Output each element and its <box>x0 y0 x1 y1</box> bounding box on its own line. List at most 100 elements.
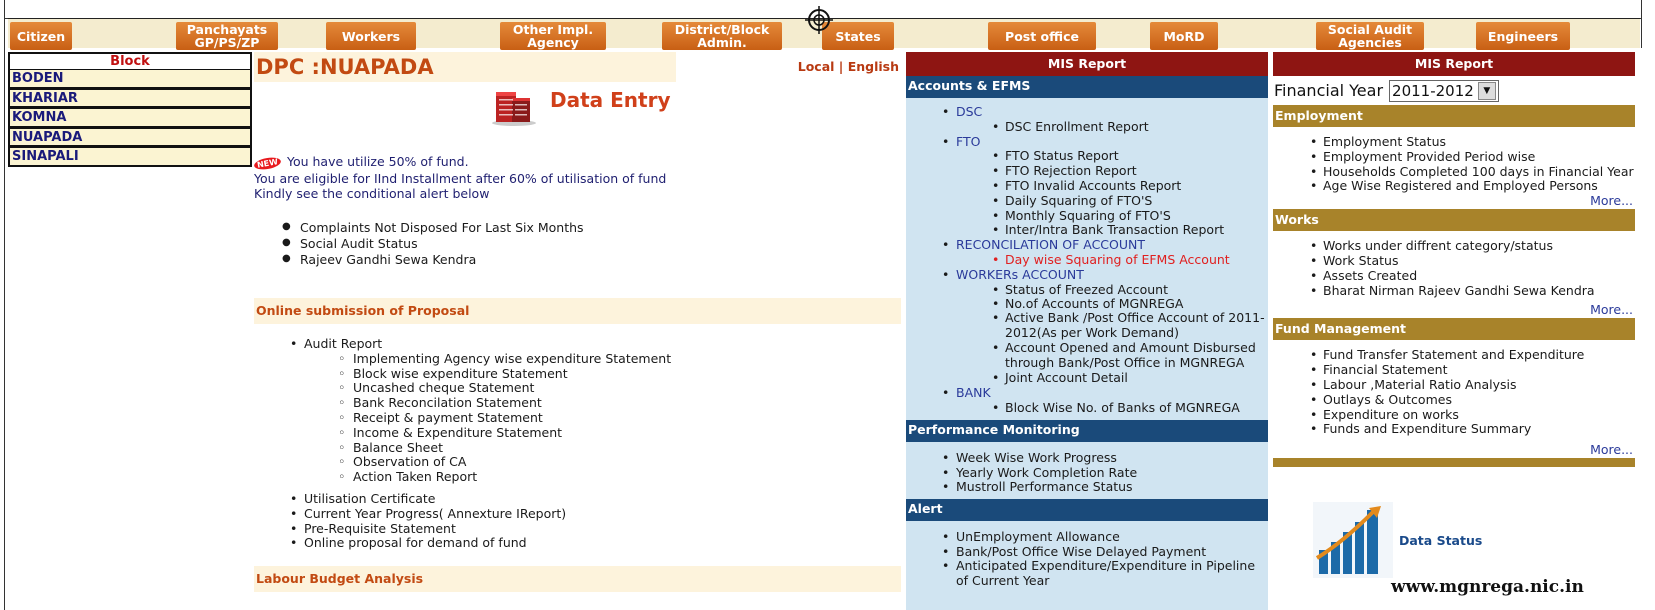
fund-utilization-message: NEW You have utilize 50% of fund. <box>253 154 469 172</box>
gold-divider <box>1273 458 1635 468</box>
workers-account-link[interactable]: WORKERs ACCOUNT <box>906 267 1268 282</box>
works-link[interactable]: Work Status <box>1273 253 1635 269</box>
fund-link[interactable]: Expenditure on works <box>1273 407 1635 423</box>
nav-workers[interactable]: Workers <box>326 22 416 50</box>
mis-sub-link[interactable]: FTO Rejection Report <box>906 163 1268 178</box>
current-year-progress-link[interactable]: Current Year Progress( Annexture IReport… <box>254 506 671 521</box>
works-list: Works under diffrent category/status Wor… <box>1273 231 1635 298</box>
chevron-down-icon[interactable]: ▼ <box>1477 81 1496 100</box>
audit-sub-link[interactable]: Receipt & payment Statement <box>254 410 671 425</box>
mis-sub-link[interactable]: Inter/Intra Bank Transaction Report <box>906 222 1268 237</box>
mis-sub-link[interactable]: Account Opened and Amount Disbursed thro… <box>906 340 1268 371</box>
fund-link[interactable]: Financial Statement <box>1273 362 1635 378</box>
frame-border-left <box>4 0 5 610</box>
financial-year-value: 2011-2012 <box>1392 81 1474 100</box>
mis-report-right-panel: MIS Report Financial Year 2011-2012 ▼ Em… <box>1273 52 1635 597</box>
online-submission-header: Online submission of Proposal <box>254 298 901 324</box>
labour-budget-header: Labour Budget Analysis <box>254 566 901 592</box>
mis-sub-link[interactable]: Day wise Squaring of EFMS Account <box>906 252 1268 267</box>
audit-sub-link[interactable]: Uncashed cheque Statement <box>254 380 671 395</box>
employment-link[interactable]: Employment Status <box>1273 134 1635 150</box>
audit-sub-link[interactable]: Income & Expenditure Statement <box>254 425 671 440</box>
nav-other-impl-agency[interactable]: Other Impl. Agency <box>500 22 606 50</box>
data-entry-header[interactable]: Data Entry <box>490 84 670 126</box>
page-title: DPC :NUAPADA <box>256 55 434 79</box>
mis-sub-link[interactable]: Status of Freezed Account <box>906 282 1268 297</box>
block-header: Block <box>8 52 252 69</box>
audit-sub-link[interactable]: Observation of CA <box>254 454 671 469</box>
alert-link[interactable]: Social Audit Status <box>282 236 584 252</box>
mis-sub-link[interactable]: Active Bank /Post Office Account of 2011… <box>906 310 1268 341</box>
mis-sub-link[interactable]: DSC Enrollment Report <box>906 119 1268 134</box>
crosshair-icon <box>805 6 833 34</box>
block-item-komna[interactable]: KOMNA <box>8 108 252 128</box>
nav-district-block-admin[interactable]: District/Block Admin. <box>662 22 782 50</box>
language-links[interactable]: Local | English <box>676 52 901 82</box>
utilisation-certificate-link[interactable]: Utilisation Certificate <box>254 491 671 506</box>
works-link[interactable]: Works under diffrent category/status <box>1273 238 1635 254</box>
works-link[interactable]: Assets Created <box>1273 268 1635 284</box>
mis-sub-link[interactable]: Block Wise No. of Banks of MGNREGA <box>906 400 1268 415</box>
mis-sub-link[interactable]: Daily Squaring of FTO'S <box>906 193 1268 208</box>
mis-sub-link[interactable]: FTO Invalid Accounts Report <box>906 178 1268 193</box>
data-status-label: Data Status <box>1399 532 1483 548</box>
data-status-link[interactable]: Data Status <box>1313 502 1482 578</box>
alert-item-link[interactable]: UnEmployment Allowance <box>906 529 1268 544</box>
block-item-sinapali[interactable]: SINAPALI <box>8 147 252 167</box>
audit-sub-link[interactable]: Bank Reconcilation Statement <box>254 395 671 410</box>
audit-report-link[interactable]: Audit Report <box>254 336 671 351</box>
online-proposal-link[interactable]: Online proposal for demand of fund <box>254 535 671 550</box>
audit-sub-link[interactable]: Block wise expenditure Statement <box>254 366 671 381</box>
nav-engineers[interactable]: Engineers <box>1476 22 1570 50</box>
financial-year-row: Financial Year 2011-2012 ▼ <box>1273 76 1635 105</box>
audit-sub-link[interactable]: Implementing Agency wise expenditure Sta… <box>254 351 671 366</box>
nav-mord[interactable]: MoRD <box>1150 22 1218 50</box>
site-url-watermark: www.mgnrega.nic.in <box>1391 577 1584 597</box>
nav-post-office[interactable]: Post office <box>988 22 1096 50</box>
audit-sub-link[interactable]: Balance Sheet <box>254 440 671 455</box>
mis-report-right-header: MIS Report <box>1273 52 1635 76</box>
block-panel: Block BODEN KHARIAR KOMNA NUAPADA SINAPA… <box>8 52 252 167</box>
audit-sub-link[interactable]: Action Taken Report <box>254 469 671 484</box>
employment-list: Employment Status Employment Provided Pe… <box>1273 127 1635 194</box>
bank-link[interactable]: BANK <box>906 385 1268 400</box>
nav-panchayats[interactable]: Panchayats GP/PS/ZP <box>176 22 278 50</box>
alert-item-link[interactable]: Bank/Post Office Wise Delayed Payment <box>906 544 1268 559</box>
nav-social-audit-agencies[interactable]: Social Audit Agencies <box>1316 22 1424 50</box>
nav-citizen[interactable]: Citizen <box>10 22 72 50</box>
alert-header: Alert <box>906 499 1268 522</box>
block-item-nuapada[interactable]: NUAPADA <box>8 127 252 147</box>
fund-link[interactable]: Labour ,Material Ratio Analysis <box>1273 377 1635 393</box>
perf-link[interactable]: Week Wise Work Progress <box>906 450 1268 465</box>
fund-management-header: Fund Management <box>1273 318 1635 341</box>
dsc-link[interactable]: DSC <box>906 104 1268 119</box>
mis-sub-link[interactable]: FTO Status Report <box>906 148 1268 163</box>
financial-year-select[interactable]: 2011-2012 ▼ <box>1389 79 1499 102</box>
mis-sub-link[interactable]: Monthly Squaring of FTO'S <box>906 208 1268 223</box>
fund-link[interactable]: Outlays & Outcomes <box>1273 392 1635 408</box>
mis-sub-link[interactable]: Joint Account Detail <box>906 370 1268 385</box>
employment-link[interactable]: Employment Provided Period wise <box>1273 149 1635 165</box>
alert-item-link[interactable]: Anticipated Expenditure/Expenditure in P… <box>906 558 1268 589</box>
alert-link[interactable]: Complaints Not Disposed For Last Six Mon… <box>282 220 584 236</box>
block-item-khariar[interactable]: KHARIAR <box>8 88 252 108</box>
alert-list: UnEmployment Allowance Bank/Post Office … <box>906 521 1268 588</box>
mis-sub-link[interactable]: No.of Accounts of MGNREGA <box>906 296 1268 311</box>
works-more-link[interactable]: More... <box>1273 302 1635 318</box>
accounts-list: DSC DSC Enrollment Report FTO FTO Status… <box>906 98 1268 415</box>
alert-link[interactable]: Rajeev Gandhi Sewa Kendra <box>282 252 584 268</box>
fto-link[interactable]: FTO <box>906 134 1268 149</box>
pre-requisite-link[interactable]: Pre-Requisite Statement <box>254 521 671 536</box>
perf-link[interactable]: Yearly Work Completion Rate <box>906 465 1268 480</box>
fund-more-link[interactable]: More... <box>1273 442 1635 458</box>
employment-link[interactable]: Households Completed 100 days in Financi… <box>1273 164 1635 180</box>
works-link[interactable]: Bharat Nirman Rajeev Gandhi Sewa Kendra <box>1273 283 1635 299</box>
employment-link[interactable]: Age Wise Registered and Employed Persons <box>1273 179 1635 194</box>
fund-link[interactable]: Funds and Expenditure Summary <box>1273 422 1635 437</box>
employment-more-link[interactable]: More... <box>1273 193 1635 209</box>
block-item-boden[interactable]: BODEN <box>8 69 252 89</box>
fund-link[interactable]: Fund Transfer Statement and Expenditure <box>1273 348 1635 363</box>
reconciliation-link[interactable]: RECONCILATION OF ACCOUNT <box>906 237 1268 252</box>
data-entry-title: Data Entry <box>550 88 671 112</box>
perf-link[interactable]: Mustroll Performance Status <box>906 479 1268 494</box>
